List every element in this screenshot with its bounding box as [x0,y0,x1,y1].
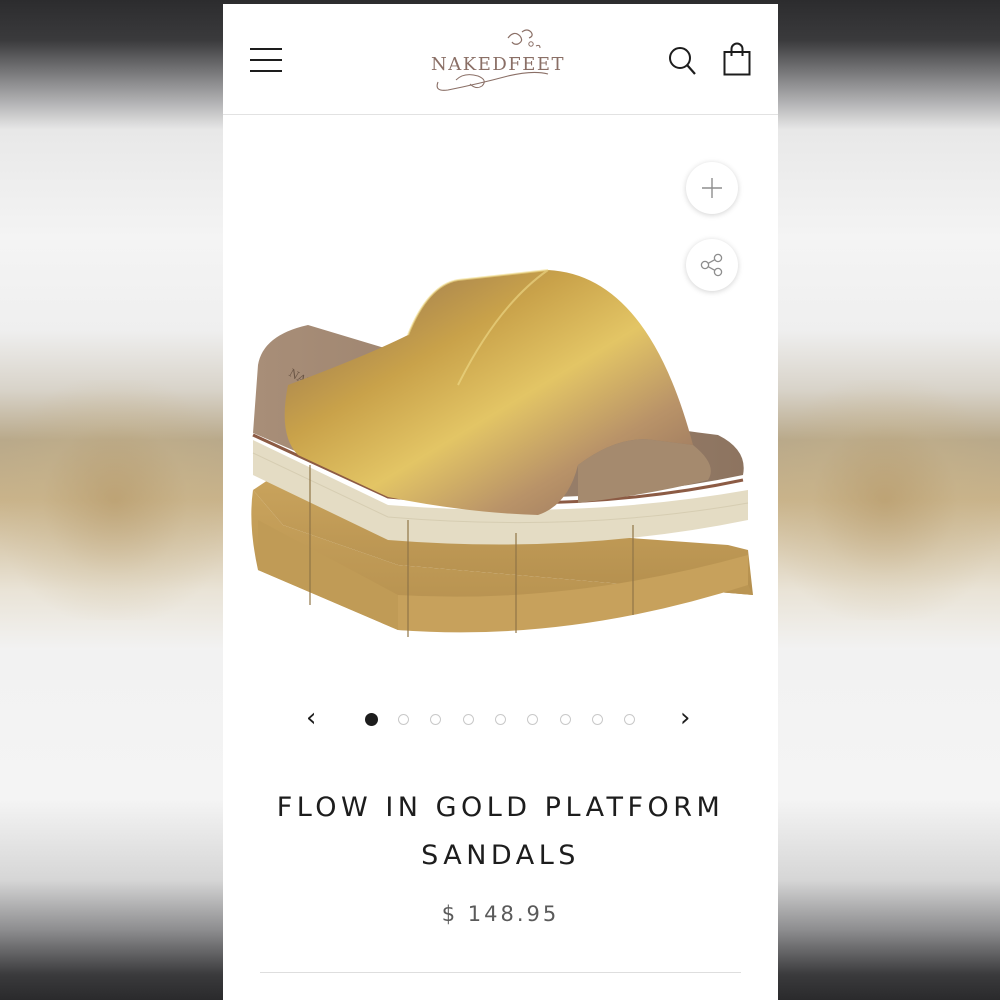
gallery-dot-7[interactable] [560,714,571,725]
next-image-button[interactable]: › [680,704,690,732]
mobile-page: NAKEDFEET ‹ › FLOW IN GOLD PLATFORM SAND… [223,4,778,1000]
blurred-background-right [770,380,1000,620]
gallery-dot-2[interactable] [398,714,409,725]
plus-icon [702,178,722,198]
product-title-line-1: FLOW IN GOLD PLATFORM [276,792,725,823]
product-title: FLOW IN GOLD PLATFORM SANDALS [243,784,758,880]
prev-image-button[interactable]: ‹ [306,704,316,732]
brand-logo[interactable]: NAKEDFEET [418,24,583,96]
product-image-sandal[interactable]: NAKE [248,265,758,655]
gallery-dot-8[interactable] [592,714,603,725]
gallery-dot-1[interactable] [365,713,378,726]
product-price: $ 148.95 [441,902,560,926]
section-divider [260,972,741,973]
blurred-background-left [0,380,230,620]
zoom-button[interactable] [686,162,738,214]
gallery-dot-3[interactable] [430,714,441,725]
gallery-dot-4[interactable] [463,714,474,725]
product-gallery[interactable]: NAKE [223,115,778,675]
brand-logo-text: NAKEDFEET [431,54,566,75]
hamburger-menu-icon[interactable] [250,48,282,72]
gallery-dot-9[interactable] [624,714,635,725]
product-title-line-2: SANDALS [421,840,580,871]
search-icon[interactable] [668,46,696,76]
site-header: NAKEDFEET [223,4,778,115]
gallery-dot-6[interactable] [527,714,538,725]
gallery-dot-5[interactable] [495,714,506,725]
shopping-bag-icon[interactable] [723,42,751,76]
gallery-pagination: ‹ › [223,704,778,734]
